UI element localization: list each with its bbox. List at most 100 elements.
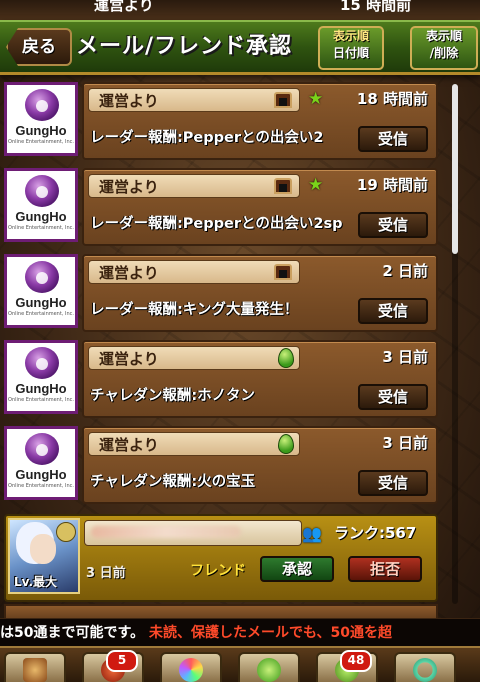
element-badge-icon xyxy=(56,522,76,542)
friend-request-type: フレンド xyxy=(190,563,246,579)
next-item-partial xyxy=(4,604,438,618)
friend-request-item[interactable]: Lv.最大 👥 ランク:567 3 日前 フレンド 承認 拒否 xyxy=(4,514,438,604)
mail-subject: レーダー報酬:Pepperとの出会い2sp xyxy=(90,216,343,232)
gungho-swirl-icon xyxy=(25,347,59,379)
receive-button[interactable]: 受信 xyxy=(358,384,428,410)
star-icon: ★ xyxy=(308,89,324,109)
gungho-swirl-icon xyxy=(25,261,59,293)
sort-delete-button[interactable]: 表示順 /削除 xyxy=(410,26,478,70)
gungho-logo: GungHo Online Entertainment, Inc. xyxy=(4,426,78,500)
team-icon: 👥 xyxy=(302,524,322,543)
gate-icon xyxy=(274,264,292,280)
mail-time: 19 時間前 xyxy=(356,176,428,194)
previous-mail-time: 15 時間前 xyxy=(340,0,412,14)
gungho-logo: GungHo Online Entertainment, Inc. xyxy=(4,168,78,242)
logo-name: GungHo xyxy=(15,381,67,396)
reject-button[interactable]: 拒否 xyxy=(348,556,422,582)
previous-mail-sender: 運営より xyxy=(94,0,154,14)
mail-item[interactable]: GungHo Online Entertainment, Inc. 運営より 3… xyxy=(4,336,438,418)
mail-subject: チャレダン報酬:火の宝玉 xyxy=(90,474,256,490)
receive-button[interactable]: 受信 xyxy=(358,126,428,152)
sort-order-button[interactable]: 表示順 日付順 xyxy=(318,26,384,70)
gungho-swirl-icon xyxy=(25,175,59,207)
mail-time: 3 日前 xyxy=(382,434,428,452)
gungho-swirl-icon xyxy=(25,433,59,465)
mail-sender: 運営より xyxy=(88,88,300,112)
gungho-logo: GungHo Online Entertainment, Inc. xyxy=(4,82,78,156)
friend-leader-portrait[interactable]: Lv.最大 xyxy=(8,518,80,594)
gem-icon xyxy=(179,658,203,682)
approve-button[interactable]: 承認 xyxy=(260,556,334,582)
leader-level: Lv.最大 xyxy=(14,575,58,589)
egg-icon xyxy=(278,434,294,454)
mail-time: 2 日前 xyxy=(382,262,428,280)
scrollbar-thumb[interactable] xyxy=(452,84,458,254)
sort-order-label-1: 表示順 xyxy=(332,29,369,43)
nav-shop[interactable] xyxy=(160,652,222,682)
logo-sub: Online Entertainment, Inc. xyxy=(8,139,74,145)
gate-icon xyxy=(274,92,292,108)
mail-item[interactable]: GungHo Online Entertainment, Inc. 運営より 3… xyxy=(4,422,438,504)
friend-request-time: 3 日前 xyxy=(86,566,126,581)
mail-item[interactable]: GungHo Online Entertainment, Inc. 運営より ★… xyxy=(4,78,438,160)
mail-subject: レーダー報酬:Pepperとの出会い2 xyxy=(90,130,324,146)
logo-name: GungHo xyxy=(15,295,67,310)
logo-sub: Online Entertainment, Inc. xyxy=(8,225,74,231)
mail-sender: 運営より xyxy=(88,260,300,284)
nav-egg[interactable] xyxy=(238,652,300,682)
receive-button[interactable]: 受信 xyxy=(358,470,428,496)
egg-icon xyxy=(257,658,281,682)
sort-delete-label-2: /削除 xyxy=(429,46,459,60)
gungho-logo: GungHo Online Entertainment, Inc. xyxy=(4,340,78,414)
mail-card: 運営より ★ 19 時間前 レーダー報酬:Pepperとの出会い2sp 受信 xyxy=(82,168,438,246)
sort-delete-label-1: 表示順 xyxy=(425,29,462,43)
logo-sub: Online Entertainment, Inc. xyxy=(8,397,74,403)
mail-item[interactable]: GungHo Online Entertainment, Inc. 運営より ★… xyxy=(4,164,438,246)
sort-order-label-2: 日付順 xyxy=(332,46,369,60)
gate-icon xyxy=(274,178,292,194)
bottom-nav: 5 48 xyxy=(0,646,480,682)
logo-name: GungHo xyxy=(15,209,67,224)
mail-time: 18 時間前 xyxy=(356,90,428,108)
mail-subject: チャレダン報酬:ホノタン xyxy=(90,388,255,404)
nav-monster[interactable]: 5 xyxy=(82,650,144,682)
gungho-swirl-icon xyxy=(25,89,59,121)
back-button[interactable]: 戻る xyxy=(6,28,72,66)
mail-time: 3 日前 xyxy=(382,348,428,366)
egg-icon xyxy=(278,348,294,368)
friend-name-box xyxy=(84,520,302,546)
mail-card: 運営より ★ 18 時間前 レーダー報酬:Pepperとの出会い2 受信 xyxy=(82,82,438,160)
page-title: メール/フレンド承認 xyxy=(76,34,293,59)
logo-sub: Online Entertainment, Inc. xyxy=(8,311,74,317)
mail-sender: 運営より xyxy=(88,174,300,198)
receive-button[interactable]: 受信 xyxy=(358,212,428,238)
blurred-friend-name xyxy=(91,526,241,538)
star-icon: ★ xyxy=(308,175,324,195)
ticker-text-red: 未読、保護したメールでも、50通を超 xyxy=(148,625,393,641)
ticker-text-white: は50通まで可能です。 xyxy=(0,625,145,641)
mail-sender: 運営より xyxy=(88,432,300,456)
mail-card: 運営より 3 日前 チャレダン報酬:ホノタン 受信 xyxy=(82,340,438,418)
nav-friend[interactable]: 48 xyxy=(316,650,378,682)
gungho-logo: GungHo Online Entertainment, Inc. xyxy=(4,254,78,328)
friend-rank: ランク:567 xyxy=(334,524,417,542)
logo-name: GungHo xyxy=(15,467,67,482)
nav-badge: 48 xyxy=(340,650,372,672)
previous-mail-partial: 運営より 15 時間前 xyxy=(0,0,480,20)
nav-other[interactable] xyxy=(394,652,456,682)
info-ticker: は50通まで可能です。 未読、保護したメールでも、50通を超 xyxy=(0,618,480,647)
mail-sender: 運営より xyxy=(88,346,300,370)
mail-subject: レーダー報酬:キング大量発生！ xyxy=(90,302,299,318)
ring-icon xyxy=(413,658,437,682)
character-face xyxy=(30,534,56,564)
nav-badge: 5 xyxy=(106,650,138,672)
nav-home[interactable] xyxy=(4,652,66,682)
mail-card: 運営より 3 日前 チャレダン報酬:火の宝玉 受信 xyxy=(82,426,438,504)
mail-card: 運営より 2 日前 レーダー報酬:キング大量発生！ 受信 xyxy=(82,254,438,332)
header-bar: 戻る メール/フレンド承認 表示順 日付順 表示順 /削除 xyxy=(0,20,480,75)
logo-name: GungHo xyxy=(15,123,67,138)
home-icon xyxy=(23,658,47,682)
logo-sub: Online Entertainment, Inc. xyxy=(8,483,74,489)
receive-button[interactable]: 受信 xyxy=(358,298,428,324)
mail-item[interactable]: GungHo Online Entertainment, Inc. 運営より 2… xyxy=(4,250,438,332)
